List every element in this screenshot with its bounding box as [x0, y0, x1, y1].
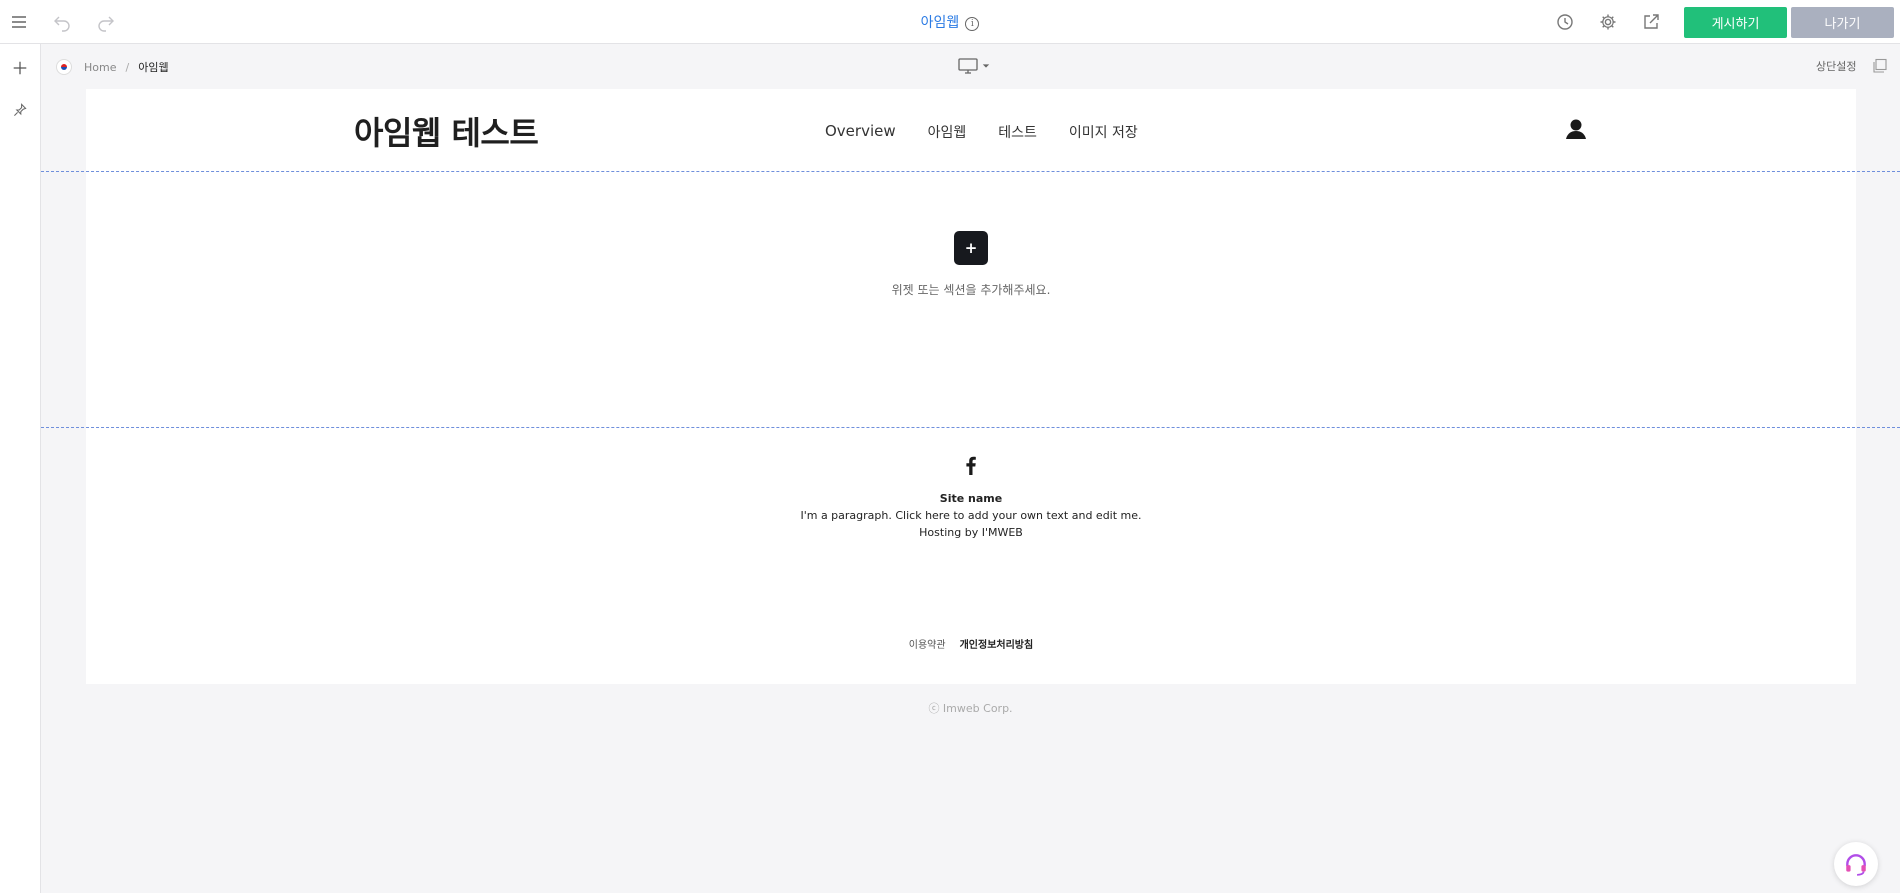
top-toolbar: 아임웹 i 게시하기 나가기	[0, 0, 1900, 44]
help-support-button[interactable]	[1834, 842, 1878, 886]
section-guide-line-bottom	[41, 427, 1900, 428]
settings-gear-icon[interactable]	[1597, 11, 1619, 33]
hamburger-menu-icon[interactable]	[8, 11, 30, 33]
empty-section: + 위젯 또는 섹션을 추가해주세요.	[86, 231, 1856, 298]
add-section-button[interactable]: +	[954, 231, 988, 265]
external-preview-icon[interactable]	[1640, 11, 1662, 33]
breadcrumb-separator: /	[125, 60, 130, 74]
breadcrumb-home[interactable]: Home	[84, 61, 116, 74]
headset-icon	[1846, 854, 1866, 876]
facebook-icon[interactable]	[962, 454, 980, 476]
korea-flag-icon[interactable]	[56, 59, 72, 75]
undo-icon[interactable]	[51, 11, 73, 33]
nav-item-test[interactable]: 테스트	[998, 122, 1037, 142]
copyright-text: ⓒ Imweb Corp.	[928, 702, 1013, 715]
top-setting-label[interactable]: 상단설정	[1816, 58, 1856, 74]
info-icon[interactable]: i	[965, 17, 980, 31]
terms-link[interactable]: 이용약관	[909, 640, 946, 651]
nav-item-overview[interactable]: Overview	[825, 122, 896, 142]
history-icon[interactable]	[1554, 11, 1576, 33]
desktop-monitor-icon	[958, 58, 978, 74]
pin-icon[interactable]	[8, 98, 32, 122]
breadcrumb-current: 아임웹	[138, 61, 169, 74]
redo-icon[interactable]	[95, 11, 117, 33]
duplicate-icon[interactable]	[1872, 58, 1888, 74]
site-logo[interactable]: 아임웹 테스트	[354, 108, 539, 154]
footer-links: 이용약관 개인정보처리방침	[86, 636, 1856, 651]
add-plus-icon[interactable]	[8, 56, 32, 80]
breadcrumb: Home / 아임웹	[56, 58, 169, 76]
footer-paragraph[interactable]: I'm a paragraph. Click here to add your …	[86, 507, 1856, 524]
footer-site-name[interactable]: Site name	[86, 490, 1856, 507]
site-title[interactable]: 아임웹	[921, 15, 960, 31]
site-footer: Site name I'm a paragraph. Click here to…	[86, 454, 1856, 541]
user-icon[interactable]	[1564, 117, 1588, 141]
nav-item-image-save[interactable]: 이미지 저장	[1069, 122, 1138, 142]
section-guide-line-top	[41, 171, 1900, 172]
footer-hosting[interactable]: Hosting by I'MWEB	[86, 524, 1856, 541]
nav-item-imweb[interactable]: 아임웹	[928, 122, 967, 142]
main-nav: Overview 아임웹 테스트 이미지 저장	[825, 122, 1170, 142]
page-canvas: 아임웹 테스트 Overview 아임웹 테스트 이미지 저장 + 위젯 또는 …	[86, 89, 1856, 684]
add-section-hint: 위젯 또는 섹션을 추가해주세요.	[891, 283, 1051, 297]
privacy-link[interactable]: 개인정보처리방침	[960, 640, 1034, 651]
chevron-down-icon	[982, 64, 990, 68]
exit-button[interactable]: 나가기	[1791, 7, 1894, 38]
device-selector[interactable]	[958, 58, 990, 74]
left-sidebar	[0, 44, 41, 893]
publish-button[interactable]: 게시하기	[1684, 7, 1787, 38]
